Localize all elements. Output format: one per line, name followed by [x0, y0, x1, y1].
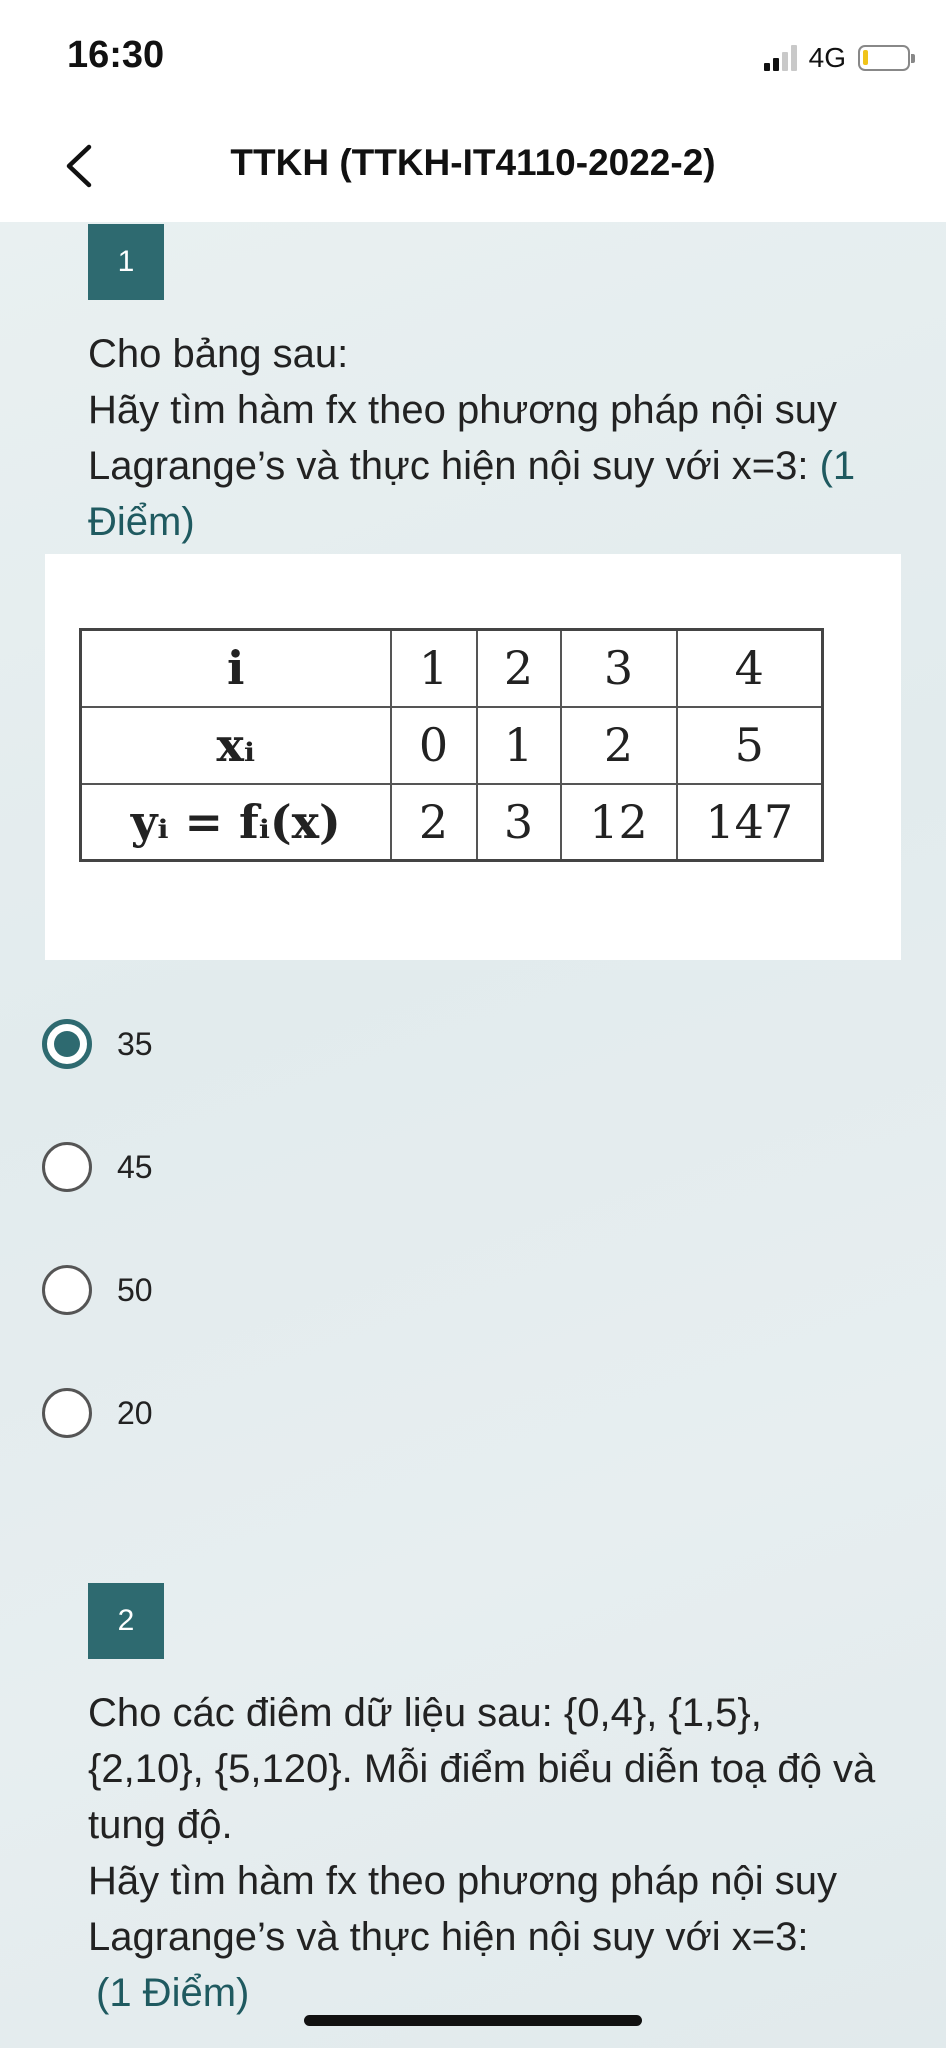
option-label: 35 [117, 1025, 153, 1062]
table-header-cell: yᵢ = fᵢ(x) [79, 782, 392, 862]
signal-icon [763, 45, 797, 71]
question-number-1: 1 [88, 224, 164, 300]
answer-option-45[interactable]: 45 [42, 1137, 542, 1197]
option-label: 45 [117, 1148, 153, 1185]
interpolation-table: i 1 2 3 4 xᵢ 0 1 2 5 yᵢ = fᵢ(x) 2 3 12 1… [79, 628, 824, 862]
table-row: xᵢ 0 1 2 5 [79, 705, 824, 785]
question-line: Cho các điêm dữ liệu sau: {0,4}, {1,5}, … [88, 1691, 876, 1847]
table-cell: 3 [475, 782, 562, 862]
table-header-cell: i [79, 628, 392, 708]
table-cell: 3 [559, 628, 678, 708]
table-cell: 1 [389, 628, 478, 708]
radio-button[interactable] [42, 1265, 92, 1315]
radio-button-selected[interactable] [42, 1019, 92, 1069]
option-label: 50 [117, 1271, 153, 1308]
table-row: i 1 2 3 4 [79, 628, 824, 708]
question-table-image: i 1 2 3 4 xᵢ 0 1 2 5 yᵢ = fᵢ(x) 2 3 12 1… [45, 554, 901, 960]
table-cell: 2 [389, 782, 478, 862]
table-cell: 2 [475, 628, 562, 708]
question-line: Hãy tìm hàm fx theo phương pháp nội suy … [88, 1859, 837, 1959]
table-cell: 0 [389, 705, 478, 785]
table-cell: 4 [675, 628, 824, 708]
network-label: 4G [808, 42, 846, 73]
table-row: yᵢ = fᵢ(x) 2 3 12 147 [79, 782, 824, 862]
form-content[interactable]: 1 Cho bảng sau: Hãy tìm hàm fx theo phươ… [0, 222, 946, 2048]
points-label: (1 Điểm) [96, 1971, 250, 2015]
status-time: 16:30 [67, 34, 165, 76]
nav-bar: TTKH (TTKH-IT4110-2022-2) [0, 112, 946, 222]
question-line: Cho bảng sau: [88, 332, 349, 376]
option-label: 20 [117, 1394, 153, 1431]
question-text-1: Cho bảng sau: Hãy tìm hàm fx theo phương… [88, 326, 878, 550]
status-indicators: 4G [763, 42, 915, 74]
battery-icon [858, 45, 915, 71]
radio-button[interactable] [42, 1142, 92, 1192]
table-header-cell: xᵢ [79, 705, 392, 785]
table-cell: 5 [675, 705, 824, 785]
table-cell: 2 [559, 705, 678, 785]
table-cell: 147 [675, 782, 824, 862]
table-cell: 12 [559, 782, 678, 862]
question-line: Hãy tìm hàm fx theo phương pháp nội suy … [88, 388, 856, 544]
table-cell: 1 [475, 705, 562, 785]
answer-option-50[interactable]: 50 [42, 1260, 542, 1320]
question-text-2: Cho các điêm dữ liệu sau: {0,4}, {1,5}, … [88, 1685, 878, 2021]
radio-button[interactable] [42, 1388, 92, 1438]
question-number-2: 2 [88, 1583, 164, 1659]
status-bar: 16:30 4G [0, 0, 946, 112]
answer-option-20[interactable]: 20 [42, 1383, 542, 1443]
home-indicator [304, 2015, 642, 2026]
page-title: TTKH (TTKH-IT4110-2022-2) [230, 142, 716, 183]
answer-option-35[interactable]: 35 [42, 1014, 542, 1074]
